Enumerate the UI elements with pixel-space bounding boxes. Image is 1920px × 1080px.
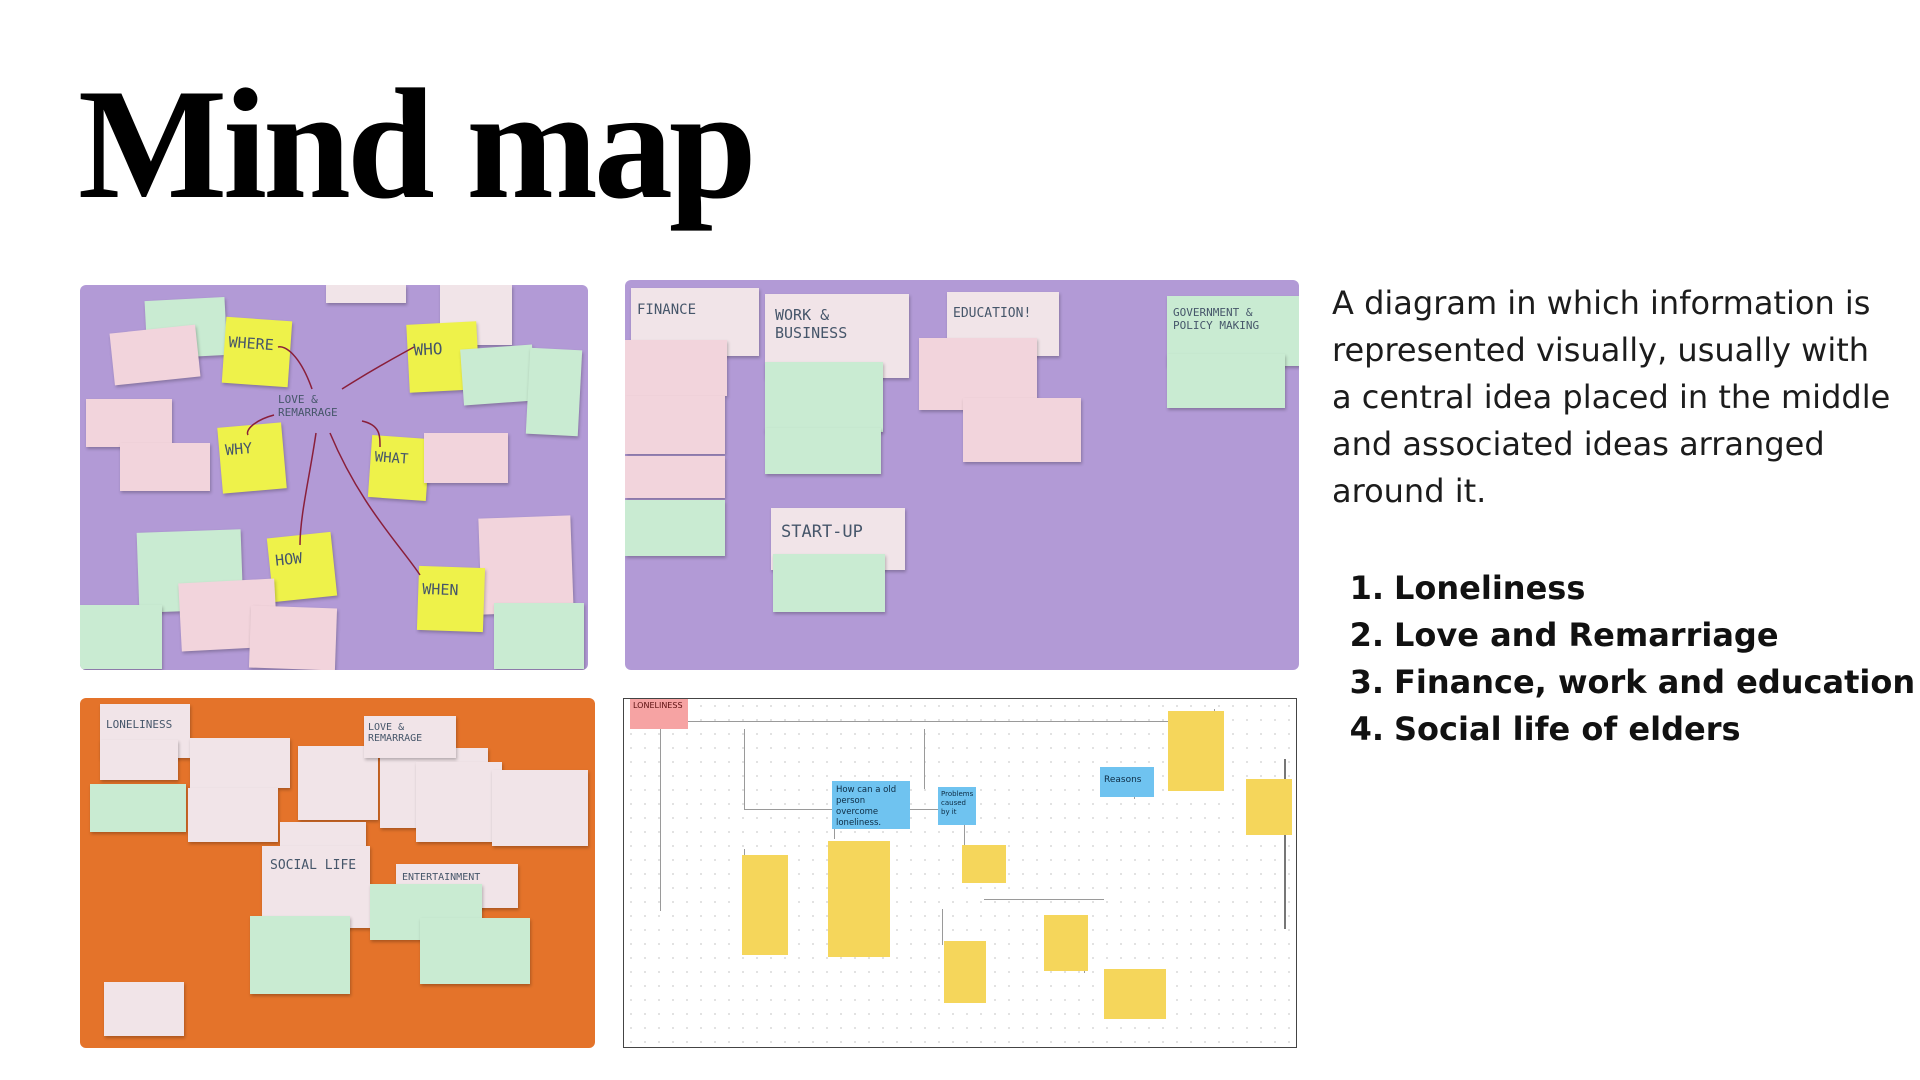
sticky-note: [765, 362, 883, 432]
sticky-note: [250, 916, 350, 994]
connector-line: [744, 729, 745, 809]
sticky-yellow: [962, 845, 1006, 883]
sticky-note: [963, 398, 1081, 462]
connector-line: [664, 721, 1224, 722]
digital-whiteboard-screenshot: LONELINESS How can a old person overcome…: [623, 698, 1297, 1048]
list-item: 3. Finance, work and education: [1349, 663, 1916, 701]
sticky-note: [188, 788, 278, 842]
sticky-note: [625, 500, 725, 556]
sticky-yellow: [1104, 969, 1166, 1019]
sticky-note: [90, 784, 186, 832]
sticky-yellow: [1168, 711, 1224, 791]
sticky-yellow: [1246, 779, 1292, 835]
node-reasons[interactable]: Reasons: [1100, 767, 1154, 797]
sticky-note-love-remarriage: LOVE & REMARRAGE: [364, 716, 456, 758]
connector-line: [924, 729, 925, 789]
mind-map-arrows: [246, 346, 421, 576]
sticky-yellow: [1044, 915, 1088, 971]
list-item: 2. Love and Remarriage: [1349, 616, 1779, 654]
node-problems-caused[interactable]: Problems caused by it: [938, 787, 976, 825]
slide-description: A diagram in which information is repres…: [1332, 284, 1891, 510]
connector-line: [964, 825, 965, 845]
photo-love-remarriage-board: WHERE WHO LOVE & REMARRAGE WHY WHAT HOW …: [80, 285, 588, 670]
connector-line: [660, 721, 661, 911]
connector-line: [942, 909, 943, 945]
sticky-yellow: [742, 855, 788, 955]
sticky-yellow: [944, 941, 986, 1003]
sticky-note: [492, 770, 588, 846]
sticky-note: [100, 740, 178, 780]
sticky-note: [104, 982, 184, 1036]
list-item: 4. Social life of elders: [1349, 710, 1741, 748]
sticky-note: [1167, 354, 1285, 408]
sticky-note: [773, 554, 885, 612]
node-overcome-loneliness[interactable]: How can a old person overcome loneliness…: [832, 781, 910, 829]
sticky-note: [625, 340, 727, 396]
sticky-note: [765, 428, 881, 474]
sticky-note: [190, 738, 290, 788]
photo-finance-work-education-board: FINANCE WORK & BUSINESS EDUCATION! GOVER…: [625, 280, 1299, 670]
sticky-note: [420, 918, 530, 984]
sticky-note: [625, 396, 725, 454]
photo-loneliness-social-life-board: LONELINESS LOVE & REMARRAGE SOCIAL LIFE …: [80, 698, 595, 1048]
slide-title: Mind map: [78, 57, 757, 232]
node-loneliness[interactable]: LONELINESS: [630, 699, 688, 729]
list-item: 1. Loneliness: [1349, 569, 1586, 607]
topic-list: 1. Loneliness 2. Love and Remarriage 3. Fin…: [1336, 565, 1916, 753]
sticky-note: [625, 456, 725, 498]
sticky-note: [416, 762, 502, 842]
connector-line: [984, 899, 1104, 900]
sticky-yellow: [828, 841, 890, 957]
